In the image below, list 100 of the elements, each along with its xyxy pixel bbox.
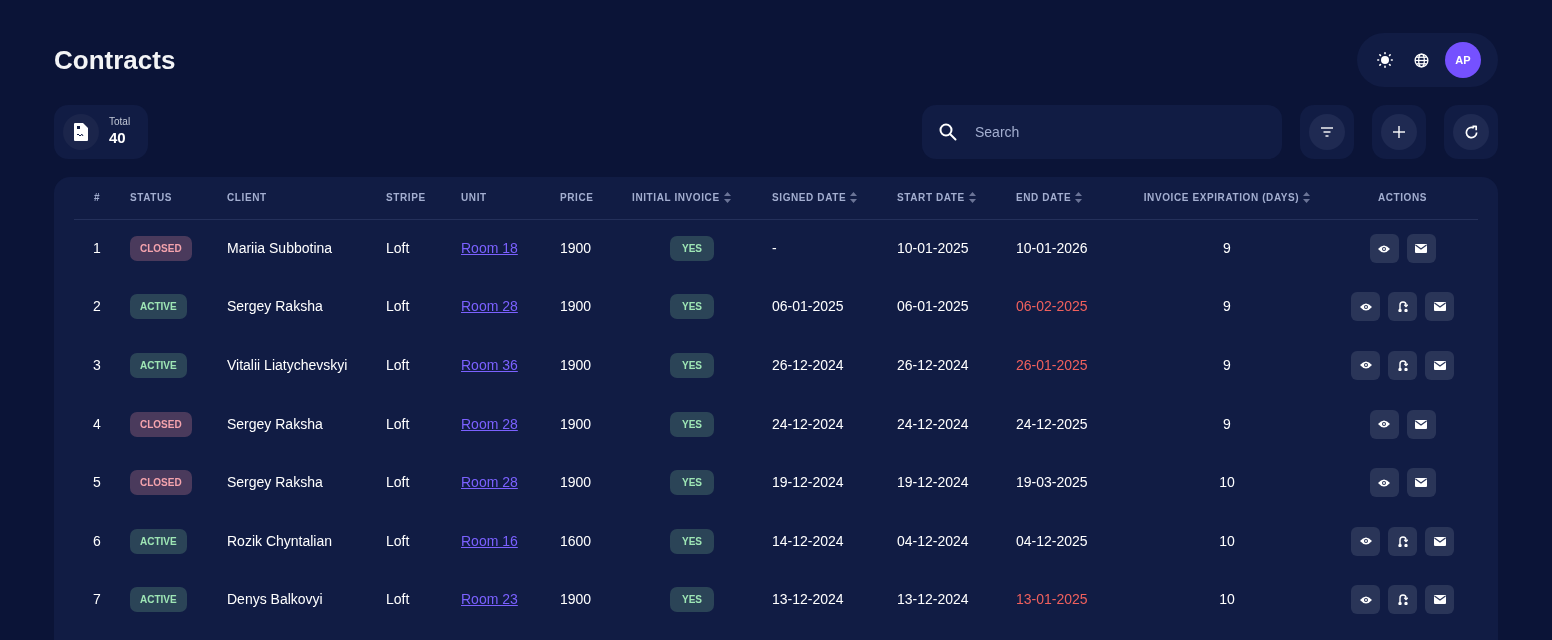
status-badge: ACTIVE [130,528,187,554]
filter-button[interactable] [1309,114,1345,150]
email-button[interactable] [1425,585,1454,615]
start-date: 19-12-2024 [897,474,969,491]
filter-icon [1320,127,1334,137]
unit-link[interactable]: Room 28 [461,474,518,491]
invoice-badge: YES [670,528,714,554]
total-value: 40 [109,128,127,148]
email-button[interactable] [1425,526,1454,556]
start-date: 24-12-2024 [897,415,969,432]
invoice-expiration: 9 [1223,298,1231,315]
column-header[interactable]: SIGNED DATE [772,190,847,206]
column-header: UNIT [461,191,487,206]
end-date: 10-01-2026 [1016,240,1088,257]
envelope-icon [1415,419,1427,429]
unit-link[interactable]: Room 28 [461,415,518,432]
column-header[interactable]: INITIAL INVOICE [632,190,720,206]
end-date: 06-02-2025 [1016,298,1088,315]
column-header: STATUS [130,191,173,206]
eye-icon [1359,302,1372,311]
email-button[interactable] [1406,468,1436,498]
stripe-value: Loft [386,298,410,315]
envelope-icon [1415,244,1427,254]
eye-icon [1359,537,1372,546]
signed-date: - [772,240,777,257]
start-date: 26-12-2024 [897,357,969,373]
transfer-button[interactable] [1388,351,1417,380]
row-number: 6 [93,532,101,549]
client-name: Sergey Raksha [227,415,323,432]
start-date: 04-12-2024 [897,532,969,549]
refresh-icon [1463,124,1479,140]
unit-link[interactable]: Room 18 [461,240,518,257]
transfer-button[interactable] [1388,292,1417,322]
view-button[interactable] [1351,292,1380,322]
status-badge: CLOSED [130,411,192,437]
eye-icon [1378,478,1390,487]
email-button[interactable] [1425,351,1454,380]
client-name: Sergey Raksha [227,298,323,315]
status-badge: ACTIVE [130,353,187,378]
view-button[interactable] [1351,526,1380,556]
price-value: 1900 [560,357,592,373]
add-button[interactable] [1381,114,1417,150]
end-date: 26-01-2025 [1016,357,1088,373]
total-label: Total [109,116,131,129]
transfer-icon [1397,360,1408,371]
column-header: ACTIONS [1377,191,1428,206]
status-badge: ACTIVE [130,294,187,320]
price-value: 1600 [560,532,592,549]
envelope-icon [1415,478,1427,488]
column-header: CLIENT [227,191,267,206]
email-button[interactable] [1425,292,1454,322]
invoice-badge: YES [670,411,714,437]
eye-icon [1359,361,1372,370]
price-value: 1900 [560,415,592,432]
invoice-expiration: 9 [1223,357,1231,373]
stripe-value: Loft [386,357,410,373]
row-number: 5 [93,474,101,491]
row-number: 3 [93,357,101,373]
email-button[interactable] [1406,409,1436,439]
price-value: 1900 [560,240,592,257]
column-header: # [93,191,101,206]
price-value: 1900 [560,591,592,608]
search-field[interactable]: Search [922,105,1282,159]
invoice-badge: YES [670,470,714,496]
row-number: 2 [93,298,101,315]
view-button[interactable] [1369,234,1399,264]
eye-icon [1359,595,1372,604]
signed-date: 24-12-2024 [772,415,844,432]
unit-link[interactable]: Room 16 [461,532,518,549]
row-number: 1 [93,240,101,257]
end-date: 19-03-2025 [1016,474,1088,491]
transfer-button[interactable] [1388,526,1417,556]
unit-link[interactable]: Room 36 [461,357,518,373]
view-button[interactable] [1369,409,1399,439]
invoice-badge: YES [670,587,714,613]
column-header[interactable]: INVOICE EXPIRATION (DAYS) [1143,190,1300,206]
row-number: 7 [93,591,101,608]
transfer-button[interactable] [1388,585,1417,615]
document-icon [63,114,99,150]
email-button[interactable] [1406,234,1436,264]
eye-icon [1378,244,1390,253]
search-icon [939,123,957,141]
view-button[interactable] [1351,351,1380,380]
view-button[interactable] [1351,585,1380,615]
column-header[interactable]: END DATE [1016,190,1072,206]
invoice-expiration: 9 [1223,415,1231,432]
client-name: Vitalii Liatychevskyi [227,357,348,373]
client-name: Sergey Raksha [227,474,323,491]
client-name: Rozik Chyntalian [227,532,333,549]
user-avatar[interactable]: AP [1445,42,1481,78]
invoice-expiration: 10 [1219,591,1235,608]
envelope-icon [1433,302,1446,312]
unit-link[interactable]: Room 28 [461,298,518,315]
client-name: Mariia Subbotina [227,240,333,257]
refresh-button[interactable] [1453,114,1489,150]
unit-link[interactable]: Room 23 [461,591,518,608]
column-header: STRIPE [386,191,426,206]
stripe-value: Loft [386,240,410,257]
view-button[interactable] [1369,468,1399,498]
column-header[interactable]: START DATE [897,190,965,206]
